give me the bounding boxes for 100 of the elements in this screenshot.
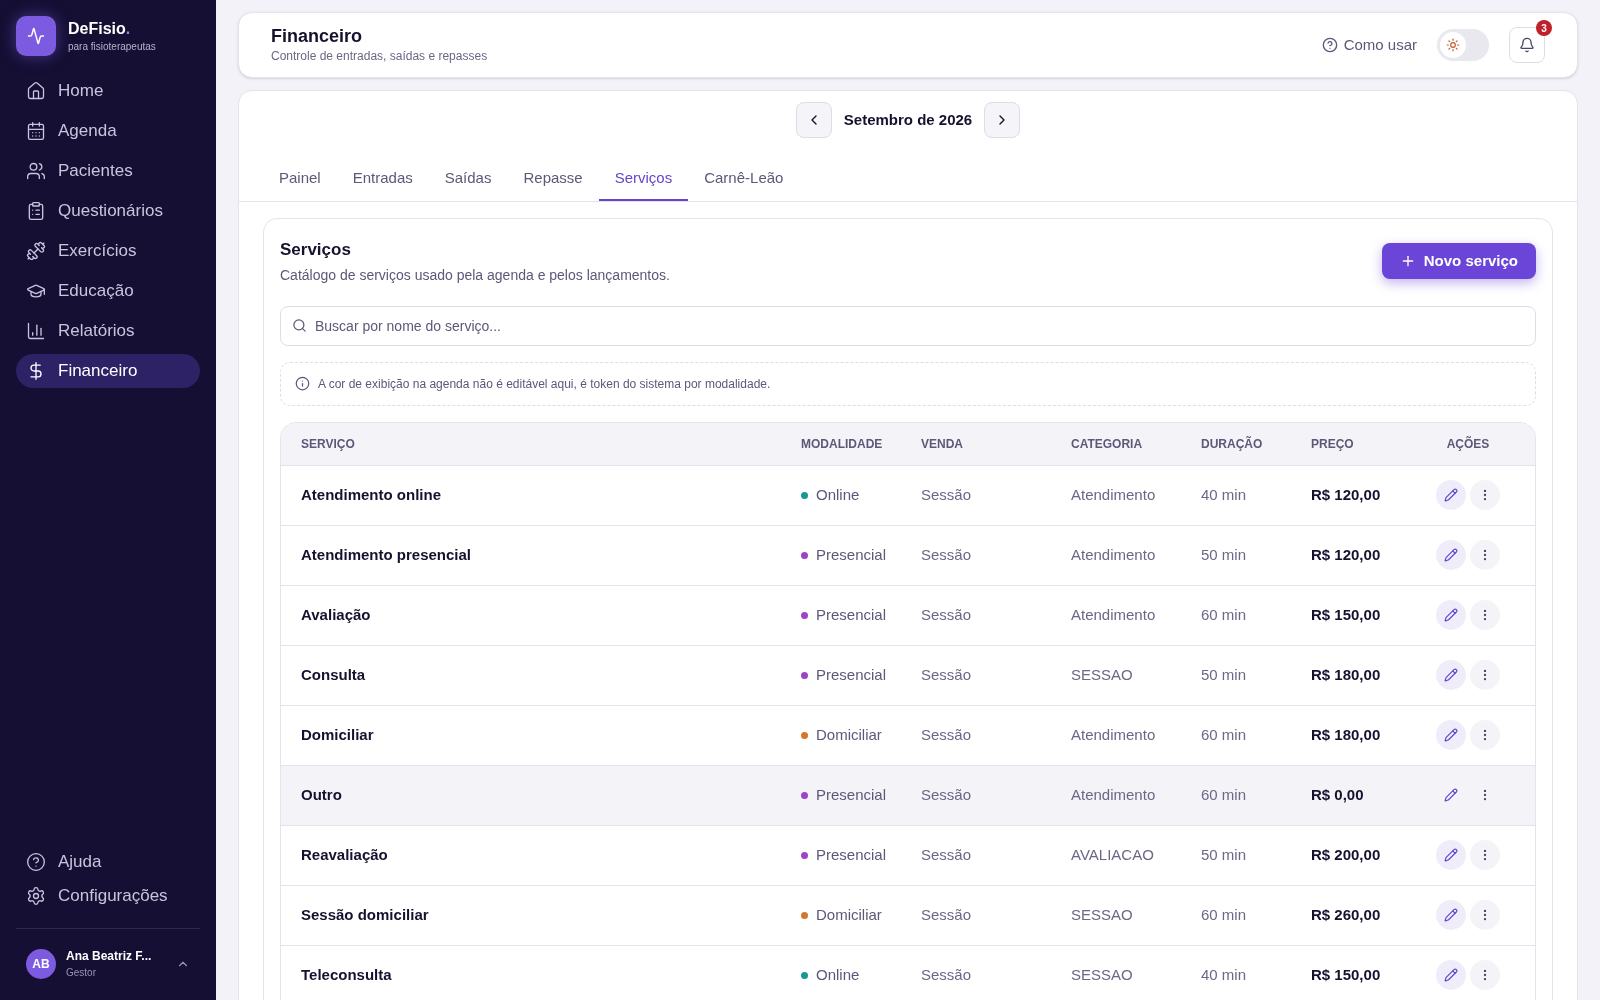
table-cell-text: 60 min (1201, 604, 1248, 625)
column-header: CATEGORIA (1071, 435, 1144, 453)
page-subtitle: Controle de entradas, saídas e repasses (271, 48, 488, 65)
table-cell-text: Sessão (921, 484, 973, 505)
theme-toggle[interactable] (1437, 29, 1489, 61)
edit-button[interactable] (1436, 840, 1466, 870)
previous-month-button[interactable] (795, 102, 832, 138)
user-menu[interactable]: AB Ana Beatriz F... Gestor (16, 947, 200, 980)
table-cell-text: Outro (301, 784, 343, 805)
table-cell-text: Online (816, 484, 860, 505)
pencil-icon (1444, 608, 1458, 622)
column-header: MODALIDADE (801, 435, 884, 453)
table-cell-text: Atendimento online (301, 484, 442, 505)
new-service-button[interactable]: Novo serviço (1381, 243, 1536, 279)
table-row[interactable]: Outro Presencial Sessão Atendimento 60 min R$ 0,00 (281, 764, 1535, 825)
pencil-icon (1444, 848, 1458, 862)
nav-item[interactable]: Home (16, 74, 200, 108)
edit-button[interactable] (1436, 540, 1466, 570)
search-icon (292, 317, 307, 333)
edit-button[interactable] (1436, 900, 1466, 930)
table-cell-text: 50 min (1201, 664, 1248, 685)
nav-item[interactable]: Questionários (16, 194, 200, 228)
table-cell-text: Sessão (921, 724, 973, 745)
tab[interactable]: Carnê-Leão (688, 157, 800, 201)
table-cell-text: Atendimento (1071, 544, 1157, 565)
notice-text: A cor de exibição na agenda não é editável aqui, é token do sistema por modalidade. (318, 375, 771, 393)
table-cell-text: Sessão (921, 604, 973, 625)
bar-chart-icon (26, 321, 46, 341)
pulse-icon (27, 27, 45, 45)
tab[interactable]: Saídas (428, 157, 508, 201)
table-cell-text: Online (816, 964, 860, 985)
nav-item[interactable]: Configurações (16, 882, 200, 910)
clipboard-icon (26, 201, 46, 221)
tab[interactable]: Painel (263, 157, 337, 201)
table-cell-text: R$ 260,00 (1311, 904, 1382, 925)
home-icon (26, 81, 46, 101)
nav-item[interactable]: Pacientes (16, 154, 200, 188)
table-cell-text: 50 min (1201, 844, 1248, 865)
month-label: Setembro de 2026 (843, 109, 973, 130)
table-cell-text: 60 min (1201, 784, 1248, 805)
edit-button[interactable] (1436, 600, 1466, 630)
edit-button[interactable] (1436, 480, 1466, 510)
table-cell-text: Presencial (816, 544, 887, 565)
tab[interactable]: Repasse (507, 157, 599, 201)
table-cell-text: SESSAO (1071, 964, 1134, 985)
calendar-icon (26, 121, 46, 141)
column-header: PREÇO (1311, 435, 1355, 453)
table-cell-text: R$ 180,00 (1311, 724, 1382, 745)
table-cell-text: Atendimento (1071, 484, 1157, 505)
page-title: Financeiro (271, 25, 364, 47)
column-header: AÇÕES (1446, 435, 1490, 453)
user-avatar: AB (26, 948, 56, 979)
table-cell-text: Reavaliação (301, 844, 389, 865)
next-month-button[interactable] (984, 102, 1021, 138)
users-icon (26, 161, 46, 181)
bell-icon (1519, 37, 1535, 53)
table-cell-text: Sessão (921, 664, 973, 685)
tab[interactable]: Entradas (336, 157, 429, 201)
table-cell-text: Teleconsulta (301, 964, 393, 985)
brand-name: DeFisio. (68, 18, 132, 39)
nav-item[interactable]: Relatórios (16, 314, 200, 348)
pencil-icon (1444, 488, 1458, 502)
table-cell-text: R$ 180,00 (1311, 664, 1382, 685)
dumbbell-icon (26, 241, 46, 261)
table-cell-text: Atendimento (1071, 604, 1157, 625)
info-icon (295, 376, 310, 391)
pencil-icon (1444, 668, 1458, 682)
nav-item[interactable]: Educação (16, 274, 200, 308)
table-cell-text: Domiciliar (816, 904, 882, 925)
edit-button[interactable] (1436, 720, 1466, 750)
nav-item[interactable]: Ajuda (16, 848, 200, 876)
edit-button[interactable] (1436, 660, 1466, 690)
pencil-icon (1444, 908, 1458, 922)
tab[interactable]: Serviços (598, 157, 689, 201)
section-subtitle: Catálogo de serviços usado pela agenda e pelos lançamentos. (280, 265, 670, 285)
table-cell-text: Domiciliar (301, 724, 375, 745)
table-cell-text: Consulta (301, 664, 367, 685)
settings-icon (26, 886, 46, 906)
table-cell-text: Sessão (921, 964, 973, 985)
nav-item[interactable]: Exercícios (16, 234, 200, 268)
table-cell-text: Atendimento (1071, 724, 1157, 745)
edit-button[interactable] (1436, 960, 1466, 990)
table-cell-text: Sessão (921, 784, 973, 805)
column-header: DURAÇÃO (1201, 435, 1264, 453)
table-cell-text: Sessão domiciliar (301, 904, 430, 925)
section-title: Serviços (280, 239, 352, 261)
table-cell-text: Presencial (816, 664, 887, 685)
brand-tagline: para fisioterapeutas (68, 39, 156, 54)
table-cell-text: Presencial (816, 844, 887, 865)
help-link[interactable]: Como usar (1321, 33, 1417, 57)
column-header: VENDA (921, 435, 964, 453)
search-field[interactable]: Buscar por nome do serviço... (280, 305, 1536, 346)
nav-item[interactable]: Financeiro (16, 354, 200, 388)
table-cell-text: SESSAO (1071, 664, 1134, 685)
table-cell-text: Atendimento (1071, 784, 1157, 805)
pencil-icon (1444, 728, 1458, 742)
table-cell-text: Domiciliar (816, 724, 882, 745)
pencil-icon (1444, 548, 1458, 562)
nav-item[interactable]: Agenda (16, 114, 200, 148)
table-cell-text: R$ 200,00 (1311, 844, 1382, 865)
